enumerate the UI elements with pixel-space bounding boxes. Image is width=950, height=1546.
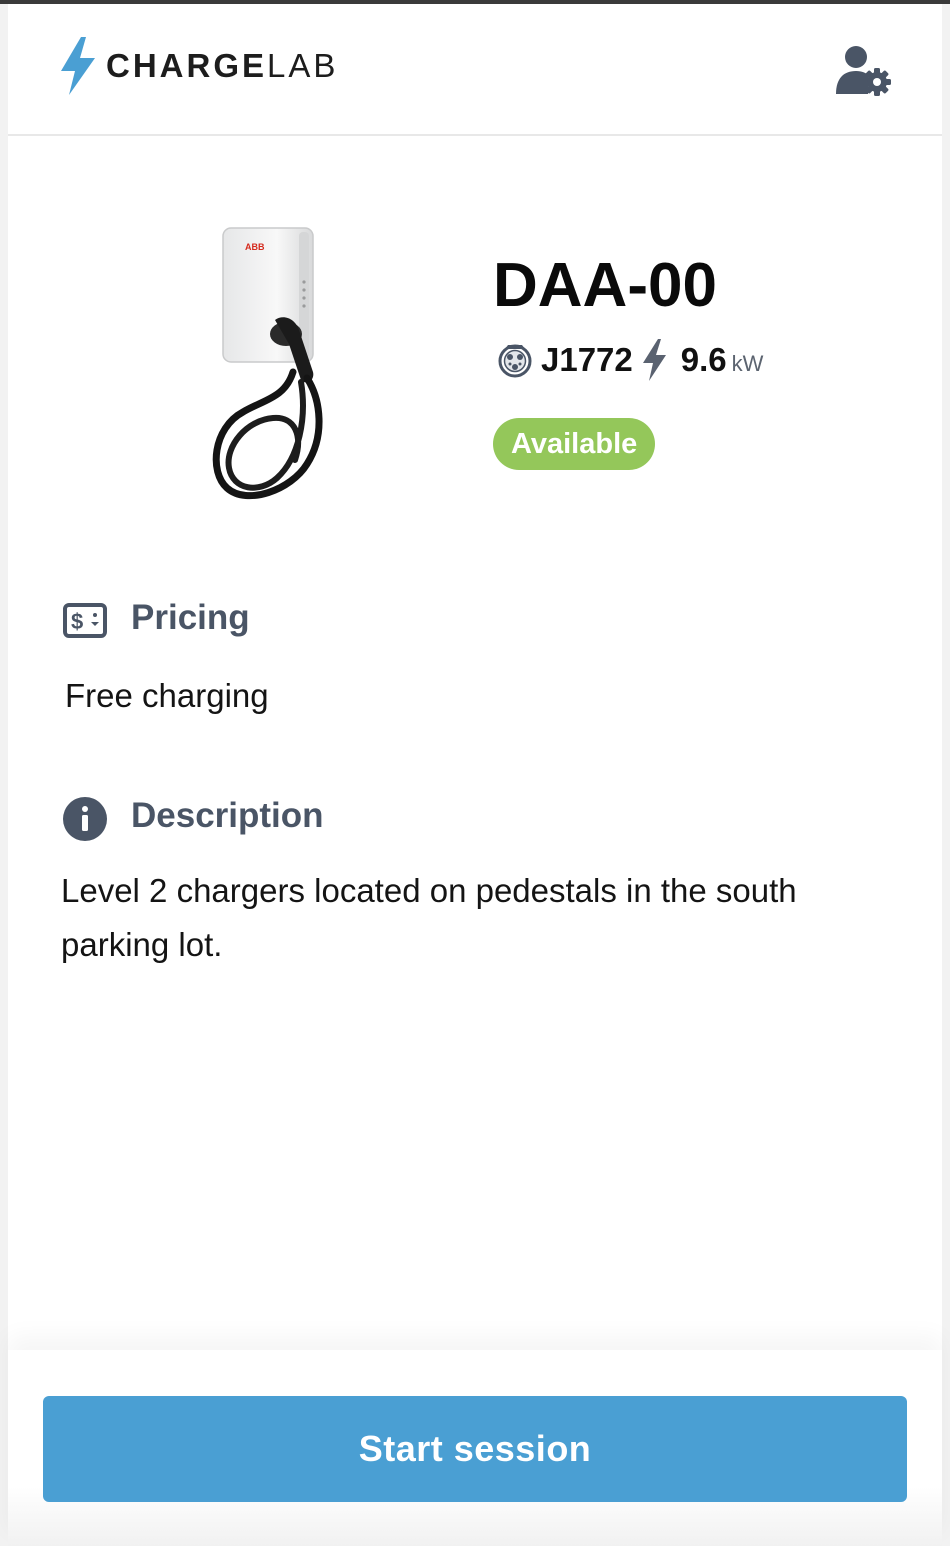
power-value: 9.6 bbox=[680, 341, 727, 378]
status-badge: Available bbox=[493, 418, 656, 470]
description-title: Description bbox=[131, 796, 324, 835]
power-unit: kW bbox=[731, 351, 764, 376]
logo-wordmark: CHARGELAB bbox=[106, 47, 338, 85]
account-settings-button[interactable] bbox=[834, 44, 892, 96]
app-header: CHARGELAB bbox=[8, 4, 942, 136]
lightning-bolt-logo-icon bbox=[61, 37, 95, 95]
lightning-bolt-icon bbox=[642, 339, 666, 381]
start-session-button[interactable]: Start session bbox=[43, 1396, 907, 1502]
connector-type: J1772 bbox=[541, 341, 633, 378]
description-text: Level 2 chargers located on pedestals in… bbox=[61, 872, 797, 963]
info-circle-icon bbox=[63, 797, 107, 841]
logo-text-charge: CHARGE bbox=[106, 47, 268, 84]
pricing-value: Free charging bbox=[65, 677, 269, 714]
user-gear-icon bbox=[836, 46, 891, 96]
pricing-title: Pricing bbox=[131, 598, 250, 637]
charger-detail-page: CHARGELAB ABB DAA-00 J1772 9.6 kW Availa… bbox=[8, 4, 942, 1546]
charger-specs: J1772 9.6 kW bbox=[497, 338, 763, 382]
chargelab-logo[interactable]: CHARGELAB bbox=[58, 36, 338, 96]
charger-name: DAA-00 bbox=[493, 251, 717, 320]
price-tag-icon: $ bbox=[63, 603, 107, 638]
j1772-connector-icon bbox=[498, 344, 532, 378]
abb-wallbox-charger-image: ABB bbox=[212, 227, 323, 500]
svg-text:$: $ bbox=[71, 609, 83, 634]
logo-text-lab: LAB bbox=[267, 47, 339, 84]
action-footer: Start session bbox=[8, 1350, 942, 1546]
abb-brand-mark: ABB bbox=[245, 242, 265, 252]
